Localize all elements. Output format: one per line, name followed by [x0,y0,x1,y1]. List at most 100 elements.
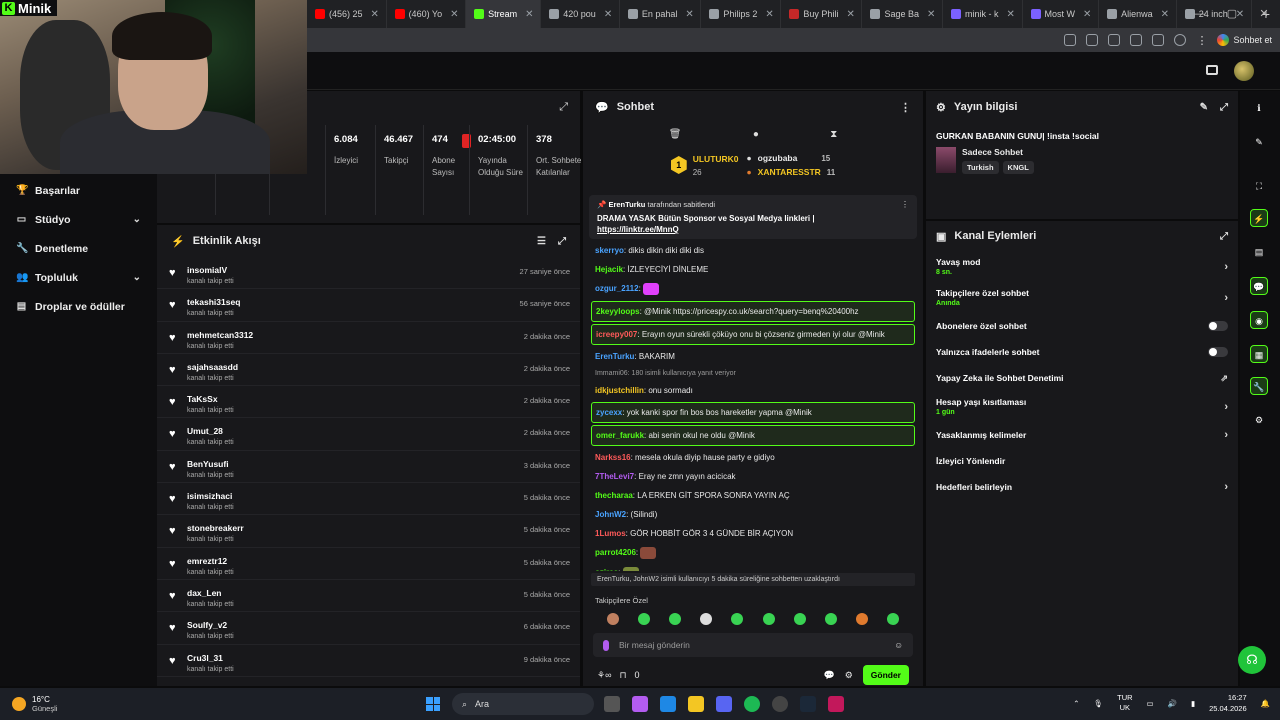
avatar[interactable] [1234,61,1254,81]
pinned-message[interactable]: 📌 ErenTurku tarafından sabitlendi DRAMA … [589,195,917,239]
follower-name[interactable]: Umut_28 [187,426,234,436]
send-button[interactable]: Gönder [862,665,909,685]
leaderboard-third[interactable]: ● XANTARESSTR 11 [747,167,836,177]
chat-username[interactable]: parrot4206 [595,548,636,557]
external-link-icon[interactable]: ⇗ [1220,373,1228,384]
broadcast-icon[interactable]: ◉ [1250,311,1268,329]
settings-icon[interactable]: ⚙ [1250,411,1268,429]
chat-message[interactable]: ErenTurku: BAKARIM [591,347,915,366]
chevron-right-icon[interactable]: › [1224,261,1228,273]
channel-action-item[interactable]: Hesap yaşı kısıtlaması 1 gün › [936,391,1228,422]
chevron-up-icon[interactable]: ⌃ [1073,699,1079,708]
follower-name[interactable]: sajahsaasdd [187,362,238,372]
browser-tab[interactable]: (460) Yo ✕ [387,0,467,28]
leaderboard-second[interactable]: ● ogzubaba 15 [747,153,836,163]
edit-icon[interactable]: ✎ [1200,102,1208,113]
emote-icon[interactable] [887,613,900,625]
weather-widget[interactable]: 16°C Güneşli [0,695,57,713]
minimize-icon[interactable]: — [1184,0,1216,28]
chat-settings-icon[interactable]: 💬 [823,670,834,681]
chat-username[interactable]: icreepy007 [596,330,637,339]
chat-username[interactable]: ErenTurku [595,352,634,361]
close-tab-icon[interactable]: ✕ [927,9,935,20]
wrench-icon[interactable]: 🔧 [1250,377,1268,395]
chat-message[interactable]: 7TheLevi7: Eray ne zmn yayın acicicak [591,467,915,486]
bolt-icon[interactable]: ⚡ [1250,209,1268,227]
edit-icon[interactable]: ✎ [1250,133,1268,151]
pinned-link[interactable]: https://linktr.ee/MnnQ [597,225,679,234]
close-tab-icon[interactable]: ✕ [685,9,693,20]
chevron-right-icon[interactable]: › [1224,292,1228,304]
chat-message[interactable]: JohnW2: (Silindi) [591,505,915,524]
follower-name[interactable]: BenYusufi [187,459,234,469]
chat-username[interactable]: 7TheLevi7 [595,472,634,481]
chat-message[interactable]: Hejacik: İZLEYECİYİ DİNLEME [591,260,915,279]
browser-tab[interactable]: En pahal ✕ [620,0,702,28]
emoji-picker-icon[interactable]: ☺ [894,640,903,650]
extension-icon[interactable] [1130,34,1143,46]
bookmark-star-icon[interactable] [1108,34,1121,46]
taskbar-search[interactable]: ⌕ Ara [452,693,594,715]
sidebar-item[interactable]: 🏆 Başarılar [0,176,157,205]
channel-action-item[interactable]: Yapay Zeka ile Sohbet Denetimi ⇗ [936,365,1228,391]
emote-icon[interactable] [762,613,775,625]
browser-tab[interactable]: Stream ✕ [466,0,542,28]
channel-action-item[interactable]: Yalnızca ifadelerle sohbet [936,339,1228,365]
tag-chip[interactable]: KNGL [1002,161,1034,174]
browser-tab[interactable]: Most W ✕ [1023,0,1100,28]
close-tab-icon[interactable]: ✕ [525,9,533,20]
close-window-icon[interactable]: ✕ [1248,0,1280,28]
channel-action-item[interactable]: Abonelere özel sohbet [936,313,1228,339]
expand-icon[interactable]: ⤢ [559,101,568,114]
expand-icon[interactable]: ⤢ [558,236,566,247]
zoom-icon[interactable] [1064,34,1077,46]
chat-message[interactable]: ozgur_2112: [591,279,915,299]
emote-icon[interactable] [824,613,837,625]
info-icon[interactable]: ℹ [1250,99,1268,117]
trash-icon[interactable]: 🗑 [669,129,682,140]
chat-message[interactable]: thecharaa: LA ERKEN GİT SPORA SONRA YAYI… [591,486,915,505]
folder-icon[interactable] [688,696,704,712]
follower-name[interactable]: Soulfy_v2 [187,620,234,630]
network-icon[interactable]: ▭ [1147,699,1154,708]
browser-tab[interactable]: minik - k ✕ [943,0,1023,28]
close-tab-icon[interactable]: ✕ [371,9,379,20]
menu-dots-icon[interactable]: ⋮ [1196,34,1207,47]
chevron-right-icon[interactable]: › [1224,401,1228,413]
follower-name[interactable]: tekashi31seq [187,297,240,307]
filter-icon[interactable]: ☰ [537,236,546,247]
follower-name[interactable]: Cru3l_31 [187,653,234,663]
close-tab-icon[interactable]: ✕ [846,9,854,20]
close-tab-icon[interactable]: ✕ [450,9,458,20]
chat-username[interactable]: Hejacik [595,265,623,274]
follower-name[interactable]: insomialV [187,265,234,275]
app-icon[interactable] [632,696,648,712]
chat-icon[interactable]: 💬 [1250,277,1268,295]
emote-icon[interactable] [700,613,713,625]
emote-icon[interactable] [637,613,650,625]
sidebar-item[interactable]: 🔧 Denetleme [0,234,157,263]
browser-tab[interactable]: Alienwa ✕ [1099,0,1177,28]
go-live-icon[interactable] [1206,65,1218,75]
channel-action-item[interactable]: İzleyici Yönlendir [936,448,1228,474]
browser-tab[interactable]: Sage Ba ✕ [862,0,943,28]
volume-icon[interactable]: 🔊 [1168,699,1177,708]
edge-icon[interactable] [660,696,676,712]
chat-username[interactable]: JohnW2 [595,510,626,519]
chat-username[interactable]: 1Lumos [595,529,626,538]
chat-username[interactable]: ozgur_2112 [595,284,639,293]
chat-message[interactable]: oziras: [591,563,915,571]
fullscreen-icon[interactable]: ⛶ [1250,177,1268,195]
chat-message[interactable]: 2keyyloops: @Minik https://pricespy.co.u… [591,301,915,322]
chat-message[interactable]: parrot4206: [591,543,915,563]
toggle-switch[interactable] [1208,321,1228,331]
panel-icon[interactable]: ▦ [1250,345,1268,363]
expand-icon[interactable]: ⤢ [1220,102,1228,113]
browser-tab[interactable]: Philips 2 ✕ [701,0,782,28]
toggle-switch[interactable] [1208,347,1228,357]
mic-icon[interactable]: 🎙 [1094,699,1104,708]
chat-username[interactable]: omer_farukk [596,431,644,440]
emote-icon[interactable] [606,613,619,625]
close-tab-icon[interactable]: ✕ [604,9,612,20]
gemini-chat-button[interactable]: Sohbet et [1217,34,1272,46]
